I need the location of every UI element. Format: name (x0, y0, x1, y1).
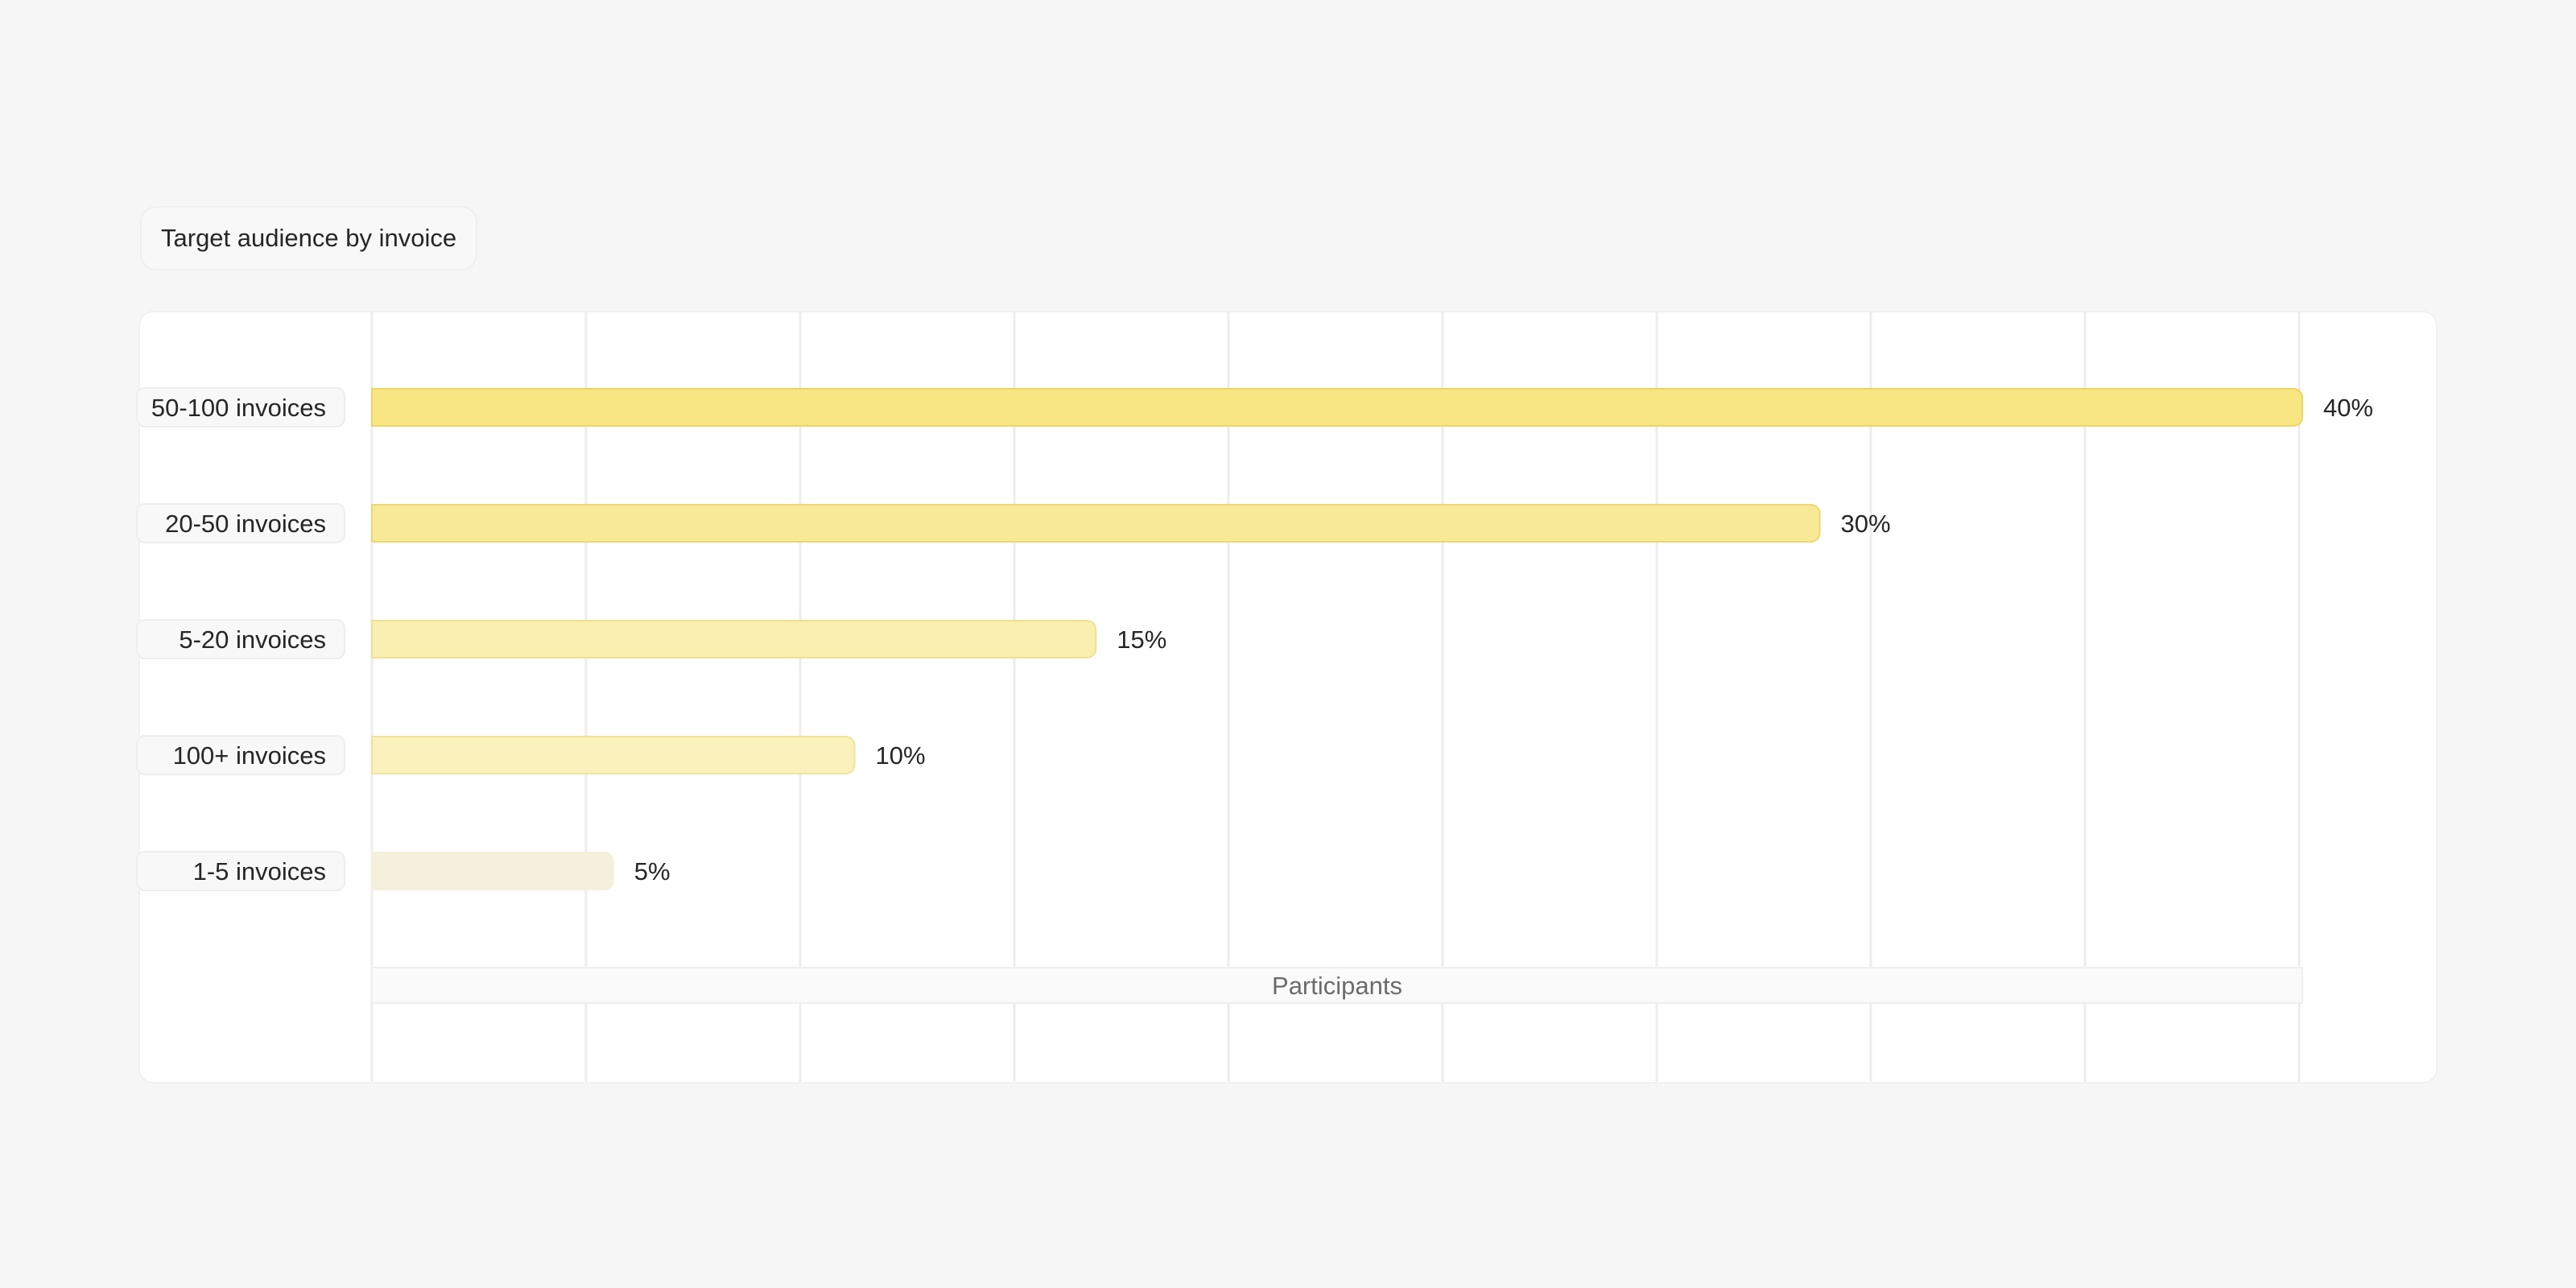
x-axis-label: Participants (1272, 972, 1402, 1000)
category-label: 5-20 invoices (179, 625, 326, 654)
category-label: 50-100 invoices (151, 394, 326, 422)
bar (371, 852, 614, 890)
category-label: 1-5 invoices (193, 857, 326, 886)
value-label: 30% (1841, 510, 1891, 538)
value-label: 40% (2323, 394, 2373, 422)
bars (371, 388, 2303, 890)
value-label: 15% (1117, 625, 1166, 654)
bar (371, 388, 2303, 427)
value-label: 10% (876, 741, 926, 770)
bar (371, 620, 1097, 658)
x-axis-label-group: Participants (371, 967, 2303, 1004)
category-label: 20-50 invoices (165, 510, 326, 538)
category-label: 100+ invoices (173, 741, 326, 770)
category-labels: 50-100 invoices 20-50 invoices 5-20 invoic… (136, 387, 345, 891)
value-label: 5% (634, 857, 671, 886)
bar (371, 504, 1821, 543)
bar (371, 736, 856, 774)
grid-lines (370, 312, 2301, 1082)
bar-chart: Participants 50-100 invoices 20-50 invoic… (136, 312, 2373, 1082)
